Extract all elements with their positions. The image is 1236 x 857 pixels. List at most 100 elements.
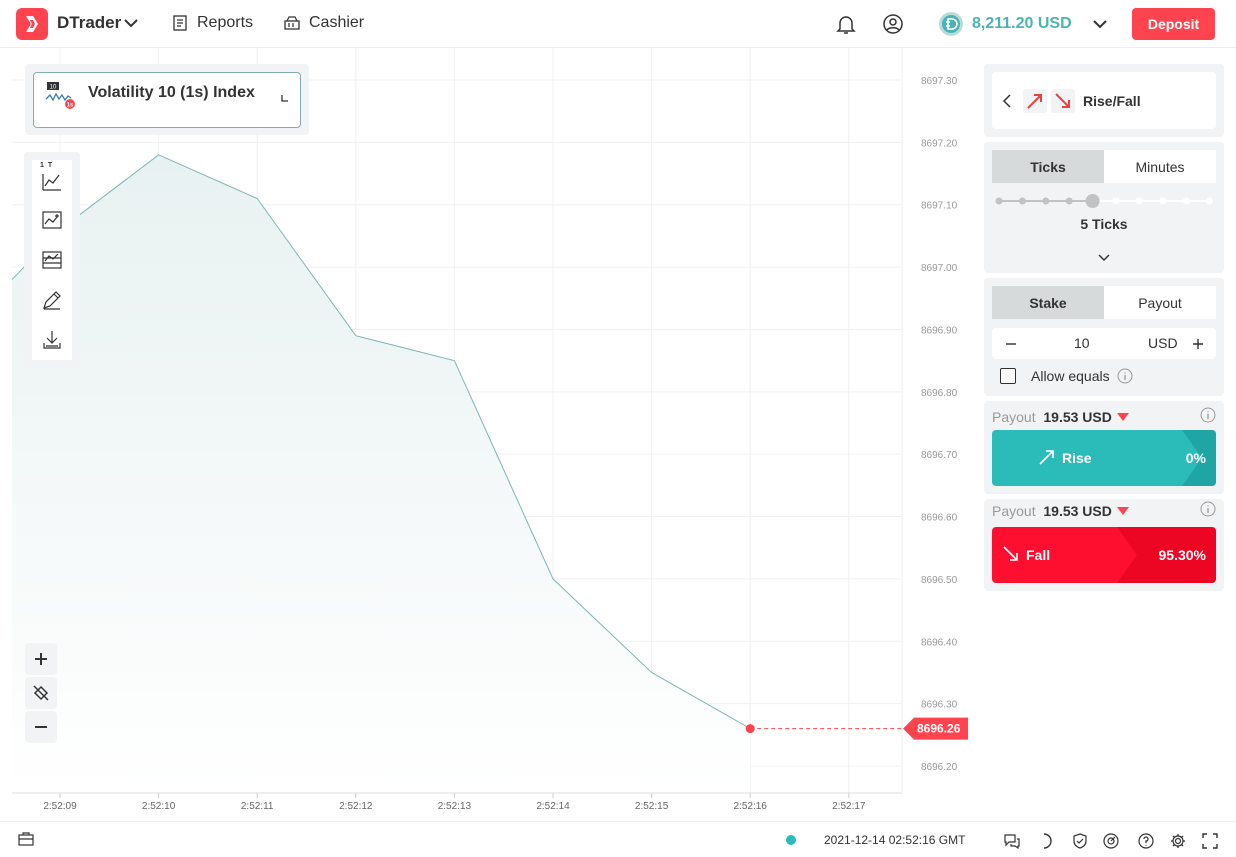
tab-ticks[interactable]: Ticks bbox=[992, 150, 1104, 183]
chevron-down-icon[interactable] bbox=[1097, 252, 1111, 264]
symbol-name: Volatility 10 (1s) Index bbox=[88, 84, 255, 101]
ticks-slider-handle[interactable] bbox=[1085, 194, 1100, 208]
x-axis-tick-label: 2:52:16 bbox=[734, 801, 768, 812]
settings-icon[interactable] bbox=[1169, 832, 1187, 850]
y-axis-tick-label: 8697.00 bbox=[921, 263, 958, 274]
duration-toggle: Ticks Minutes bbox=[992, 150, 1216, 183]
ticks-slider-dot[interactable] bbox=[1206, 197, 1214, 205]
fall-button[interactable]: Fall 95.30% bbox=[992, 527, 1216, 583]
rise-percent: 0% bbox=[1185, 450, 1206, 466]
connection-status-dot bbox=[786, 835, 796, 845]
reports-icon bbox=[173, 15, 187, 31]
reset-zoom-button[interactable] bbox=[25, 677, 57, 709]
stake-input-field[interactable]: 10 USD bbox=[992, 328, 1216, 359]
indicators-icon[interactable] bbox=[40, 208, 64, 232]
payout-down-arrow-icon bbox=[1117, 413, 1129, 421]
shield-icon[interactable] bbox=[1071, 832, 1089, 850]
y-axis-tick-label: 8697.10 bbox=[921, 201, 958, 212]
cashier-icon bbox=[284, 16, 300, 30]
nav-cashier-label: Cashier bbox=[309, 14, 365, 31]
positions-icon[interactable] bbox=[17, 830, 35, 848]
rise-payout-label: Payout bbox=[992, 409, 1036, 425]
ticks-slider[interactable] bbox=[992, 192, 1216, 210]
x-axis-tick-label: 2:52:11 bbox=[241, 801, 274, 812]
rise-button[interactable]: Rise 0% bbox=[992, 430, 1216, 486]
y-axis-tick-label: 8697.30 bbox=[921, 76, 958, 87]
rise-icon bbox=[1023, 89, 1047, 113]
tab-payout[interactable]: Payout bbox=[1104, 286, 1216, 319]
drawing-tools-icon[interactable] bbox=[40, 288, 64, 312]
stake-value[interactable]: 10 bbox=[1074, 335, 1090, 351]
allow-equals-label: Allow equals bbox=[1031, 368, 1110, 384]
ticks-slider-dot[interactable] bbox=[1042, 197, 1050, 205]
plus-icon[interactable] bbox=[1192, 338, 1204, 350]
x-axis-tick-label: 2:52:14 bbox=[536, 801, 570, 812]
current-price-value: 8696.26 bbox=[917, 722, 961, 736]
ticks-slider-dot[interactable] bbox=[1065, 197, 1073, 205]
nav-reports[interactable]: Reports bbox=[171, 14, 253, 32]
svg-text:1s: 1s bbox=[67, 103, 74, 109]
fall-payout-info: Payout 19.53 USD bbox=[992, 503, 1112, 519]
rise-label: Rise bbox=[1062, 450, 1092, 466]
fullscreen-icon[interactable] bbox=[1201, 832, 1219, 850]
comparison-icon[interactable] bbox=[40, 248, 64, 272]
x-axis-tick-label: 2:52:15 bbox=[635, 801, 669, 812]
ticks-slider-dot[interactable] bbox=[995, 197, 1003, 205]
payout-down-arrow-icon bbox=[1117, 507, 1129, 515]
info-icon[interactable] bbox=[1117, 368, 1133, 384]
ticks-slider-dot[interactable] bbox=[1159, 197, 1167, 205]
price-area bbox=[12, 154, 751, 793]
chevron-down-icon[interactable] bbox=[1091, 15, 1109, 33]
y-axis-tick-label: 8696.60 bbox=[921, 513, 958, 524]
responsible-trading-icon[interactable] bbox=[1102, 832, 1120, 850]
zoom-out-button[interactable] bbox=[25, 711, 57, 743]
y-axis-tick-label: 8696.90 bbox=[921, 325, 958, 336]
rise-payout-info: Payout 19.53 USD bbox=[992, 409, 1112, 425]
info-icon[interactable] bbox=[1200, 407, 1216, 423]
ticks-slider-dot[interactable] bbox=[1182, 197, 1190, 205]
x-axis-tick-label: 2:52:13 bbox=[438, 801, 472, 812]
y-axis-tick-label: 8696.80 bbox=[921, 388, 958, 399]
fall-percent: 95.30% bbox=[1158, 547, 1206, 563]
help-icon[interactable] bbox=[1137, 832, 1155, 850]
fall-payout-value: 19.53 USD bbox=[1043, 503, 1112, 519]
chart-toolbar: 1 T bbox=[24, 152, 80, 368]
rise-arrow-icon bbox=[1039, 450, 1054, 465]
rise-payout-value: 19.53 USD bbox=[1043, 409, 1112, 425]
tab-minutes[interactable]: Minutes bbox=[1104, 150, 1216, 183]
balance-value: 8,211.20 USD bbox=[972, 15, 1072, 32]
chat-icon[interactable] bbox=[1003, 832, 1021, 850]
currency-icon bbox=[939, 12, 963, 36]
chevron-down-icon[interactable] bbox=[122, 14, 140, 32]
allow-equals-checkbox[interactable] bbox=[1000, 368, 1016, 384]
chart-type-icon[interactable] bbox=[40, 170, 64, 194]
ticks-slider-dot[interactable] bbox=[1112, 197, 1120, 205]
deriv-logo-icon[interactable] bbox=[16, 8, 48, 40]
theme-icon[interactable] bbox=[1039, 832, 1057, 850]
minus-icon bbox=[35, 726, 47, 728]
x-axis-tick-label: 2:52:10 bbox=[142, 801, 176, 812]
server-time: 2021-12-14 02:52:16 GMT bbox=[824, 833, 966, 847]
trade-type-selector[interactable]: Rise/Fall bbox=[992, 72, 1216, 129]
chevron-left-icon[interactable] bbox=[1002, 94, 1012, 108]
zoom-in-button[interactable] bbox=[25, 643, 57, 675]
fall-icon bbox=[1051, 89, 1075, 113]
account-balance[interactable]: 8,211.20 USD bbox=[938, 11, 1072, 37]
app-name[interactable]: DTrader bbox=[57, 13, 121, 33]
nav-cashier[interactable]: Cashier bbox=[283, 14, 364, 32]
ticks-slider-dot[interactable] bbox=[1018, 197, 1026, 205]
account-icon[interactable] bbox=[881, 12, 905, 36]
price-chart[interactable]: 8697.30 8697.20 8697.10 8697.00 8696.90 8696.… bbox=[0, 48, 980, 820]
symbol-selector[interactable]: 10 1s Volatility 10 (1s) Index bbox=[33, 72, 301, 128]
tab-stake[interactable]: Stake bbox=[992, 286, 1104, 319]
footer: 2021-12-14 02:52:16 GMT bbox=[0, 821, 1236, 857]
ticks-slider-dot[interactable] bbox=[1135, 197, 1143, 205]
y-axis-tick-label: 8696.20 bbox=[921, 762, 958, 773]
minus-icon[interactable] bbox=[1005, 338, 1017, 350]
deposit-button[interactable]: Deposit bbox=[1132, 8, 1215, 40]
info-icon[interactable] bbox=[1200, 501, 1216, 517]
download-icon[interactable] bbox=[40, 328, 64, 352]
x-axis-tick-label: 2:52:12 bbox=[339, 801, 373, 812]
x-axis-tick-label: 2:52:09 bbox=[43, 801, 77, 812]
bell-icon[interactable] bbox=[834, 12, 858, 36]
